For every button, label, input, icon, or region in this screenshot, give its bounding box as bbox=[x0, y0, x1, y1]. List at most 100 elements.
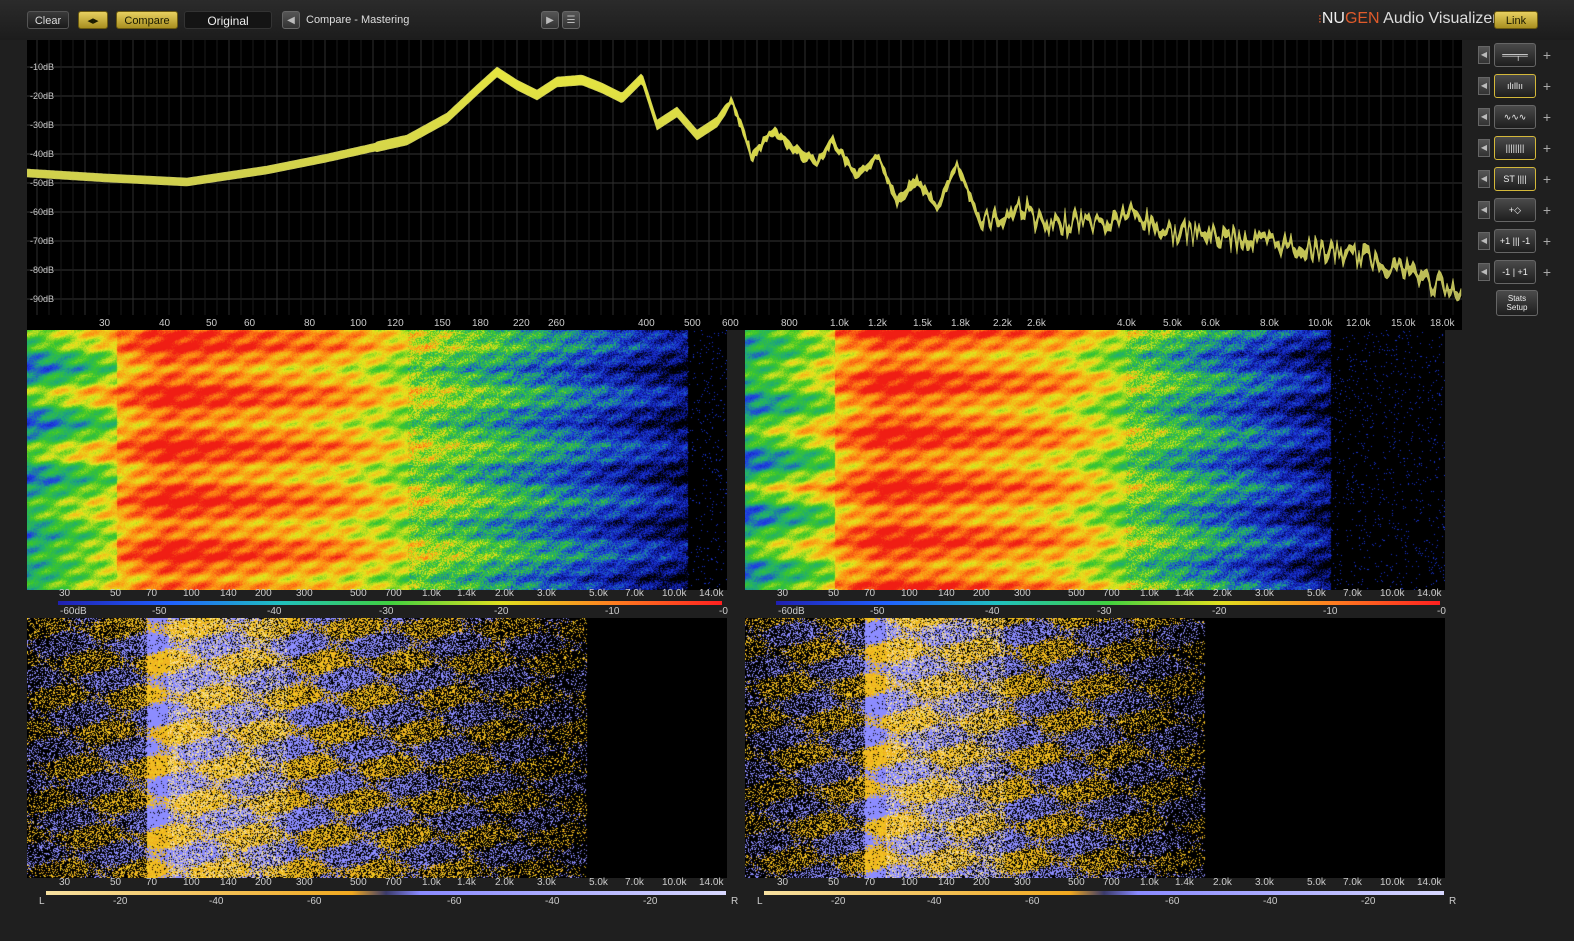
stereo-hist-icon[interactable]: ST |||| bbox=[1494, 167, 1536, 191]
plus-icon[interactable]: + bbox=[1540, 77, 1554, 95]
stereo-freq-label: 140 bbox=[220, 877, 237, 888]
sono-freq-label: 1.0k bbox=[1140, 588, 1159, 599]
triangle-left-icon[interactable]: ◀ bbox=[1478, 201, 1490, 219]
freq-label: 2.6k bbox=[1027, 318, 1046, 329]
stereo-right-label: R bbox=[731, 896, 739, 907]
triangle-left-icon[interactable]: ◀ bbox=[1478, 170, 1490, 188]
triangle-left-icon[interactable]: ◀ bbox=[1478, 46, 1490, 64]
sono-freq-label: 70 bbox=[864, 588, 876, 599]
preset-menu-button[interactable]: ☰ bbox=[562, 11, 580, 29]
sonogram-scale-bar-right bbox=[776, 601, 1440, 605]
vectorscope-icon[interactable]: +◇ bbox=[1494, 198, 1536, 222]
sono-freq-label: 50 bbox=[828, 588, 840, 599]
triangle-left-icon[interactable]: ◀ bbox=[1478, 263, 1490, 281]
stereo-freq-label: 14.0k bbox=[1417, 877, 1442, 888]
freq-label: 1.0k bbox=[830, 318, 849, 329]
sono-scale-label: -20 bbox=[1212, 606, 1227, 617]
plus-icon[interactable]: + bbox=[1540, 170, 1554, 188]
sono-scale-label: -10 bbox=[1323, 606, 1338, 617]
spectrum-panel[interactable] bbox=[27, 40, 1462, 330]
stereo-bar-icon[interactable]: ══╤═ bbox=[1494, 43, 1536, 67]
correlation-icon[interactable]: +1 ||| -1 bbox=[1494, 229, 1536, 253]
balance-icon[interactable]: -1 | +1 bbox=[1494, 260, 1536, 284]
compare-button[interactable]: Compare bbox=[116, 11, 178, 29]
stereo-scale-label: -40 bbox=[927, 896, 942, 907]
sono-freq-label: 100 bbox=[183, 588, 200, 599]
sono-freq-label: 200 bbox=[973, 588, 990, 599]
bars-icon[interactable]: ılıllıı bbox=[1494, 74, 1536, 98]
link-button[interactable]: Link bbox=[1494, 11, 1538, 29]
stereo-right[interactable] bbox=[745, 618, 1445, 878]
mode-display[interactable]: Original bbox=[184, 11, 272, 29]
sono-freq-label: 300 bbox=[1014, 588, 1031, 599]
sono-scale-label: -0 bbox=[719, 606, 728, 617]
clear-button[interactable]: Clear bbox=[27, 11, 69, 29]
plus-icon[interactable]: + bbox=[1540, 139, 1554, 157]
sono-scale-label: -50 bbox=[152, 606, 167, 617]
preset-name[interactable]: Compare - Mastering bbox=[282, 11, 540, 29]
stereo-left-label: L bbox=[757, 896, 763, 907]
plus-icon[interactable]: + bbox=[1540, 201, 1554, 219]
stereo-left-label: L bbox=[39, 896, 45, 907]
swap-button[interactable]: ◂▸ bbox=[78, 11, 108, 29]
db-label: -40dB bbox=[30, 149, 55, 159]
sonogram-left-canvas bbox=[27, 330, 727, 590]
view-row: ◀ ST |||| + bbox=[1478, 167, 1558, 191]
preset-next-button[interactable]: ▶ bbox=[541, 11, 559, 29]
freq-label: 100 bbox=[350, 318, 367, 329]
stats-label: Stats bbox=[1507, 294, 1527, 303]
list-icon: ☰ bbox=[566, 15, 576, 26]
stereo-freq-label: 1.4k bbox=[1175, 877, 1194, 888]
freq-label: 15.0k bbox=[1391, 318, 1416, 329]
triangle-right-icon: ▶ bbox=[546, 15, 554, 26]
sono-freq-label: 7.0k bbox=[1343, 588, 1362, 599]
stereo-freq-label: 140 bbox=[938, 877, 955, 888]
plus-icon[interactable]: + bbox=[1540, 232, 1554, 250]
freq-label: 1.2k bbox=[868, 318, 887, 329]
stereo-freq-label: 1.0k bbox=[422, 877, 441, 888]
triangle-left-icon[interactable]: ◀ bbox=[1478, 139, 1490, 157]
sono-freq-label: 14.0k bbox=[1417, 588, 1442, 599]
freq-label: 50 bbox=[206, 318, 218, 329]
sono-scale-label: -50 bbox=[870, 606, 885, 617]
sonogram-right-canvas bbox=[745, 330, 1445, 590]
stereo-freq-label: 2.0k bbox=[495, 877, 514, 888]
sono-scale-label: -10 bbox=[605, 606, 620, 617]
db-label: -20dB bbox=[30, 91, 55, 101]
stereo-freq-label: 30 bbox=[777, 877, 789, 888]
histogram-icon[interactable]: |||||||| bbox=[1494, 136, 1536, 160]
view-row: ◀ ∿∿∿ + bbox=[1478, 105, 1558, 129]
view-row: ◀ |||||||| + bbox=[1478, 136, 1558, 160]
stereo-freq-label: 50 bbox=[110, 877, 122, 888]
brand-logo: ⁝NUGEN Audio Visualizer bbox=[1318, 10, 1498, 27]
stereo-freq-label: 3.0k bbox=[1255, 877, 1274, 888]
freq-label: 2.2k bbox=[993, 318, 1012, 329]
plus-icon[interactable]: + bbox=[1540, 263, 1554, 281]
waveform-icon[interactable]: ∿∿∿ bbox=[1494, 105, 1536, 129]
sono-freq-label: 500 bbox=[350, 588, 367, 599]
plus-icon[interactable]: + bbox=[1540, 46, 1554, 64]
sonogram-right[interactable] bbox=[745, 330, 1445, 590]
sono-freq-label: 30 bbox=[777, 588, 789, 599]
stats-setup-button[interactable]: Stats Setup bbox=[1496, 290, 1538, 316]
sono-freq-label: 10.0k bbox=[1380, 588, 1405, 599]
freq-label: 1.5k bbox=[913, 318, 932, 329]
stereo-left[interactable] bbox=[27, 618, 727, 878]
setup-label: Setup bbox=[1506, 303, 1528, 312]
triangle-left-icon[interactable]: ◀ bbox=[1478, 232, 1490, 250]
sono-freq-label: 50 bbox=[110, 588, 122, 599]
stereo-scale-label: -60 bbox=[1165, 896, 1180, 907]
freq-label: 1.8k bbox=[951, 318, 970, 329]
spectrum-graph bbox=[27, 40, 1462, 315]
triangle-left-icon[interactable]: ◀ bbox=[1478, 77, 1490, 95]
stereo-freq-label: 30 bbox=[59, 877, 71, 888]
sonogram-left[interactable] bbox=[27, 330, 727, 590]
sono-freq-label: 500 bbox=[1068, 588, 1085, 599]
stereo-right-label: R bbox=[1449, 896, 1457, 907]
sono-freq-label: 2.0k bbox=[1213, 588, 1232, 599]
triangle-left-icon[interactable]: ◀ bbox=[1478, 108, 1490, 126]
stereo-scale-bar-right bbox=[764, 891, 1444, 895]
plus-icon[interactable]: + bbox=[1540, 108, 1554, 126]
db-label: -30dB bbox=[30, 120, 55, 130]
freq-label: 600 bbox=[722, 318, 739, 329]
